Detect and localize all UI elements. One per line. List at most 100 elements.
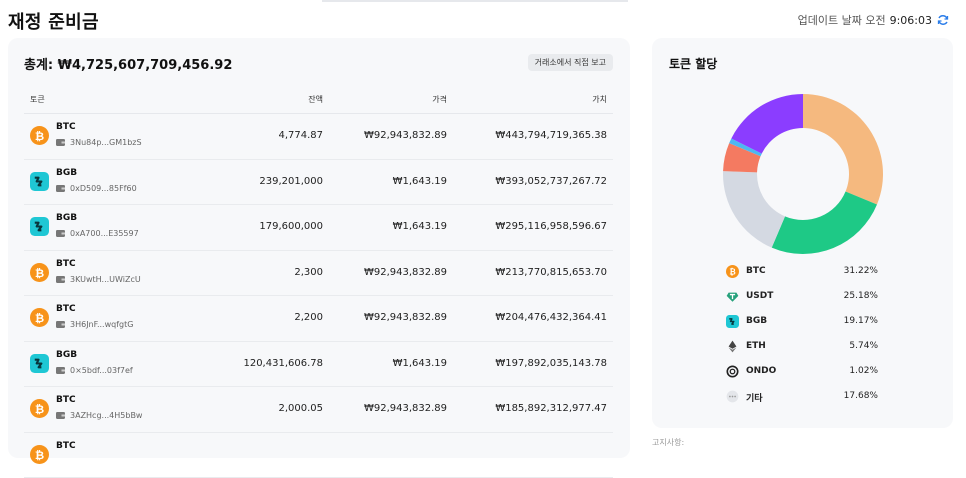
allocation-legend: ₿ BTC 31.22% USDT 25.18% BGB 19.17% ETH … xyxy=(726,264,882,414)
value-cell: ₩443,794,719,365.38 xyxy=(495,130,607,141)
legend-percent: 5.74% xyxy=(849,341,878,351)
wallet-address-text: 3KUwtH...UWiZcU xyxy=(70,275,141,284)
table-row: ₿ BTC 3H6JnF...wqfgtG 2,200 ₩92,943,832.… xyxy=(24,296,613,342)
token-symbol: BGB xyxy=(56,168,77,178)
usdt-icon xyxy=(726,290,739,303)
wallet-address-text: 0xA700...E35597 xyxy=(70,229,139,238)
top-divider xyxy=(322,0,628,2)
bgb-icon xyxy=(30,172,49,191)
btc-icon: ₿ xyxy=(30,308,49,327)
legend-item: ₿ BTC 31.22% xyxy=(726,264,882,289)
legend-item: BGB 19.17% xyxy=(726,314,882,339)
token-symbol: BTC xyxy=(56,122,76,132)
legend-token-name: USDT xyxy=(746,291,773,301)
btc-icon: ₿ xyxy=(30,445,49,464)
column-balance: 잔액 xyxy=(308,94,323,105)
legend-percent: 1.02% xyxy=(849,366,878,376)
wallet-icon xyxy=(56,276,65,283)
bgb-icon xyxy=(30,217,49,236)
legend-item: USDT 25.18% xyxy=(726,289,882,314)
legend-token-name: 기타 xyxy=(746,391,763,404)
balance-cell: 239,201,000 xyxy=(259,176,323,187)
total-label: 총계: xyxy=(24,58,53,73)
table-row: BGB 0xD509...85Ff60 239,201,000 ₩1,643.1… xyxy=(24,160,613,206)
table-row: BGB 0×5bdf...03f7ef 120,431,606.78 ₩1,64… xyxy=(24,342,613,388)
legend-token-name: ONDO xyxy=(746,366,776,376)
btc-icon: ₿ xyxy=(30,399,49,418)
token-symbol: BTC xyxy=(56,441,76,451)
legend-token-name: ETH xyxy=(746,341,766,351)
svg-text:₿: ₿ xyxy=(35,129,44,143)
page-title: 재정 준비금 xyxy=(8,8,99,34)
price-cell: ₩92,943,832.89 xyxy=(364,403,447,414)
wallet-address-text: 0xD509...85Ff60 xyxy=(70,184,137,193)
exchange-report-button[interactable]: 거래소에서 직접 보고 xyxy=(528,54,613,71)
token-symbol: BTC xyxy=(56,259,76,269)
svg-text:₿: ₿ xyxy=(35,311,44,325)
donut-slice-usdt[interactable] xyxy=(772,192,877,254)
token-symbol: BTC xyxy=(56,395,76,405)
wallet-address[interactable]: 0×5bdf...03f7ef xyxy=(56,366,133,375)
total-reserves: 총계: ₩4,725,607,709,456.92 xyxy=(24,54,232,73)
table-row: ₿ BTC xyxy=(24,433,613,478)
wallet-address-text: 3Nu84p...GM1bzS xyxy=(70,138,142,147)
svg-text:₿: ₿ xyxy=(35,265,44,279)
token-symbol: BGB xyxy=(56,350,77,360)
legend-token-name: BGB xyxy=(746,316,767,326)
price-cell: ₩1,643.19 xyxy=(393,176,447,187)
table-row: ₿ BTC 3Nu84p...GM1bzS 4,774.87 ₩92,943,8… xyxy=(24,114,613,160)
svg-text:₿: ₿ xyxy=(35,402,44,416)
legend-percent: 25.18% xyxy=(844,291,878,301)
legend-percent: 17.68% xyxy=(844,391,878,401)
allocation-title: 토큰 할당 xyxy=(669,55,717,72)
refresh-icon[interactable] xyxy=(936,13,950,27)
value-cell: ₩295,116,958,596.67 xyxy=(495,221,607,232)
donut-slice-btc[interactable] xyxy=(803,94,883,204)
price-cell: ₩1,643.19 xyxy=(393,221,447,232)
token-symbol: BTC xyxy=(56,304,76,314)
wallet-icon xyxy=(56,367,65,374)
btc-icon: ₿ xyxy=(30,263,49,282)
price-cell: ₩92,943,832.89 xyxy=(364,312,447,323)
allocation-card: 토큰 할당 ₿ BTC 31.22% USDT 25.18% BGB 19.17… xyxy=(652,38,953,428)
update-label: 업데이트 날짜 오전 xyxy=(798,12,886,28)
other-icon xyxy=(726,390,739,403)
column-price: 가격 xyxy=(432,94,447,105)
wallet-icon xyxy=(56,321,65,328)
legend-token-name: BTC xyxy=(746,266,766,276)
bgb-icon xyxy=(30,354,49,373)
legend-percent: 19.17% xyxy=(844,316,878,326)
legend-item: ONDO 1.02% xyxy=(726,364,882,389)
wallet-address[interactable]: 0xA700...E35597 xyxy=(56,229,139,238)
donut-slice-bgb[interactable] xyxy=(723,171,785,247)
wallet-address-text: 3H6JnF...wqfgtG xyxy=(70,320,133,329)
balance-cell: 120,431,606.78 xyxy=(243,358,323,369)
value-cell: ₩213,770,815,653.70 xyxy=(495,267,607,278)
wallet-address[interactable]: 3Nu84p...GM1bzS xyxy=(56,138,142,147)
allocation-donut-chart xyxy=(722,93,884,255)
update-timestamp: 업데이트 날짜 오전 9:06:03 xyxy=(798,12,950,28)
btc-icon: ₿ xyxy=(30,126,49,145)
legend-item: 기타 17.68% xyxy=(726,389,882,414)
balance-cell: 2,300 xyxy=(294,267,323,278)
wallet-address[interactable]: 0xD509...85Ff60 xyxy=(56,184,137,193)
value-cell: ₩204,476,432,364.41 xyxy=(495,312,607,323)
ondo-icon xyxy=(726,365,739,378)
reserves-table-body: ₿ BTC 3Nu84p...GM1bzS 4,774.87 ₩92,943,8… xyxy=(24,114,613,478)
value-cell: ₩197,892,035,143.78 xyxy=(495,358,607,369)
wallet-address[interactable]: 3KUwtH...UWiZcU xyxy=(56,275,141,284)
column-value: 가치 xyxy=(592,94,607,105)
wallet-address[interactable]: 3AZHcg...4H5bBw xyxy=(56,411,142,420)
balance-cell: 4,774.87 xyxy=(278,130,323,141)
table-header: 토큰 잔액 가격 가치 xyxy=(24,86,613,114)
price-cell: ₩92,943,832.89 xyxy=(364,130,447,141)
wallet-address-text: 0×5bdf...03f7ef xyxy=(70,366,133,375)
table-row: ₿ BTC 3AZHcg...4H5bBw 2,000.05 ₩92,943,8… xyxy=(24,387,613,433)
table-row: ₿ BTC 3KUwtH...UWiZcU 2,300 ₩92,943,832.… xyxy=(24,251,613,297)
balance-cell: 2,000.05 xyxy=(278,403,323,414)
wallet-address[interactable]: 3H6JnF...wqfgtG xyxy=(56,320,133,329)
wallet-icon xyxy=(56,185,65,192)
svg-text:₿: ₿ xyxy=(729,267,735,276)
balance-cell: 2,200 xyxy=(294,312,323,323)
bgb-icon xyxy=(726,315,739,328)
